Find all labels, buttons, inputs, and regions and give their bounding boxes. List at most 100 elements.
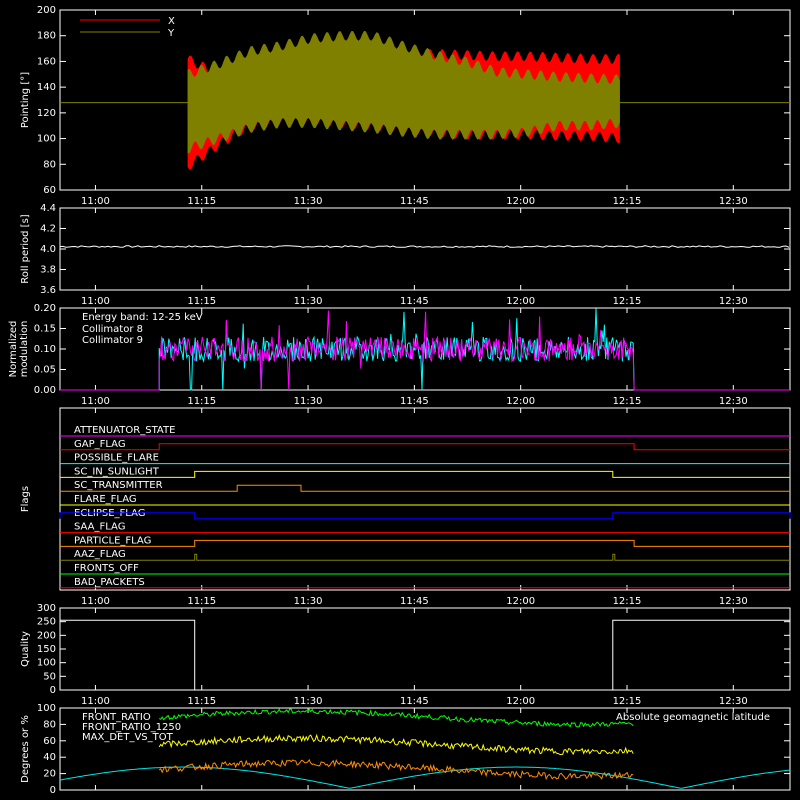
y-tick-label: 100	[37, 703, 56, 714]
y-tick-label: 200	[37, 5, 56, 16]
y-tick-label: 120	[37, 108, 56, 119]
flag-label-fronts-off: FRONTS_OFF	[74, 563, 139, 574]
legend-label-x: X	[168, 16, 175, 27]
y-tick-label: 0.15	[34, 324, 56, 335]
x-tick-label: 12:00	[506, 396, 535, 407]
x-tick-label: 11:30	[294, 596, 323, 607]
x-tick-label: 11:45	[400, 596, 429, 607]
flag-label-gap-flag: GAP_FLAG	[74, 439, 126, 450]
y-tick-label: 60	[43, 736, 56, 747]
y-tick-label: 100	[37, 134, 56, 145]
x-tick-label: 11:00	[81, 696, 110, 707]
flag-label-particle-flag: PARTICLE_FLAG	[74, 535, 151, 546]
y-tick-label: 150	[37, 644, 56, 655]
x-tick-label: 11:00	[81, 396, 110, 407]
y-tick-label: 3.8	[40, 265, 56, 276]
y-tick-label: 300	[37, 603, 56, 614]
flag-label-attenuator-state: ATTENUATOR_STATE	[74, 425, 175, 436]
flag-label-sc-in-sunlight: SC_IN_SUNLIGHT	[74, 466, 160, 477]
panel-roll: 11:00 11:15 11:30 11:45 12:00 12:15 12:30 3.6 3.…	[20, 203, 791, 307]
y-axis-label: Quality	[20, 631, 31, 667]
panel-modulation: 11:00 11:15 11:30 11:45 12:00 12:15 12:30 0.00 0…	[8, 303, 791, 407]
x-tick-label: 12:15	[613, 596, 642, 607]
flag-label-possible-flare: POSSIBLE_FLARE	[74, 453, 159, 464]
x-tick-label: 11:30	[294, 396, 323, 407]
y-tick-label: 4.2	[40, 224, 56, 235]
y-tick-label: 80	[43, 719, 56, 730]
y-tick-label: 0.05	[34, 365, 56, 376]
x-tick-label: 11:15	[187, 596, 216, 607]
x-tick-label: 12:30	[719, 296, 748, 307]
y-tick-label: 20	[43, 769, 56, 780]
roll-period-line	[59, 245, 790, 248]
x-tick-label: 11:00	[81, 596, 110, 607]
panel-flags: 11:00 11:15 11:30 11:45 12:00 12:15 12:30 Flags…	[20, 407, 791, 607]
y-tick-label: 0.00	[34, 385, 56, 396]
flag-label-bad-packets: BAD_PACKETS	[74, 577, 145, 588]
ratio-series-1	[158, 733, 634, 756]
x-tick-label: 11:00	[81, 296, 110, 307]
flag-line-aaz-flag	[60, 553, 790, 561]
y-tick-label: 100	[37, 658, 56, 669]
y-tick-label: 60	[43, 185, 56, 196]
flag-label-flare-flag: FLARE_FLAG	[74, 494, 137, 505]
y-tick-label: 180	[37, 31, 56, 42]
x-tick-label: 12:00	[506, 696, 535, 707]
legend-label-collimator: Collimator 8	[82, 324, 143, 335]
flag-label-aaz-flag: AAZ_FLAG	[74, 549, 126, 560]
y-axis-label: Normalizedmodulation	[8, 321, 30, 378]
y-tick-label: 80	[43, 159, 56, 170]
flag-label-sc-transmitter: SC_TRANSMITTER	[74, 480, 163, 491]
flag-line-gap-flag	[60, 443, 790, 451]
x-tick-label: 11:00	[81, 196, 110, 207]
legend-label-geomagnetic-latitude: Absolute geomagnetic latitude	[616, 712, 770, 723]
x-tick-label: 11:30	[294, 196, 323, 207]
panel-ratios: 020406080100Degrees or % FRONT_RATIOFRONT…	[20, 703, 791, 796]
y-axis-label: Degrees or %	[20, 715, 31, 783]
x-tick-label: 12:30	[719, 396, 748, 407]
y-axis-label: Pointing [°]	[20, 72, 31, 128]
flag-line-eclipse-flag	[59, 512, 791, 520]
x-tick-label: 12:00	[506, 596, 535, 607]
x-tick-label: 11:45	[400, 396, 429, 407]
x-tick-label: 12:30	[719, 596, 748, 607]
y-tick-label: 140	[37, 82, 56, 93]
y-tick-label: 0.10	[34, 344, 56, 355]
y-axis-label: Roll period [s]	[20, 214, 31, 283]
y-tick-label: 200	[37, 630, 56, 641]
x-tick-label: 12:00	[506, 196, 535, 207]
x-tick-label: 12:15	[613, 296, 642, 307]
ratio-series-0	[158, 708, 634, 728]
quality-line	[60, 619, 790, 691]
x-tick-label: 11:45	[400, 196, 429, 207]
legend-label-max-det-vs-tot: MAX_DET_VS_TOT	[82, 732, 174, 743]
x-tick-label: 12:15	[613, 196, 642, 207]
x-tick-label: 12:30	[719, 196, 748, 207]
y-tick-label: 250	[37, 617, 56, 628]
x-tick-label: 11:30	[294, 696, 323, 707]
x-tick-label: 12:00	[506, 296, 535, 307]
y-tick-label: 3.6	[40, 285, 56, 296]
flag-label-saa-flag: SAA_FLAG	[74, 522, 125, 533]
x-tick-label: 11:30	[294, 296, 323, 307]
y-tick-label: 0	[50, 785, 56, 796]
x-tick-label: 12:30	[719, 696, 748, 707]
y-tick-label: 4.0	[40, 244, 56, 255]
panel-pointing: 11:00 11:15 11:30 11:45 12:00 12:15 12:30 60 80 1…	[20, 5, 791, 207]
y-tick-label: 4.4	[40, 203, 56, 214]
x-tick-label: 12:15	[613, 396, 642, 407]
x-tick-label: 11:45	[400, 696, 429, 707]
energy-band-label: Energy band: 12-25 keV	[82, 312, 203, 323]
x-tick-label: 11:15	[187, 296, 216, 307]
x-tick-label: 11:15	[187, 196, 216, 207]
panel-frame	[59, 207, 791, 291]
panel-quality: 11:00 11:15 11:30 11:45 12:00 12:15 12:30 0 50 10…	[20, 603, 791, 707]
y-tick-label: 40	[43, 752, 56, 763]
flag-line-particle-flag	[60, 539, 790, 547]
x-tick-label: 11:15	[187, 696, 216, 707]
y-axis-label: Flags	[20, 486, 31, 512]
geomagnetic-latitude-line	[59, 766, 791, 789]
flag-line-sc-transmitter	[60, 484, 790, 492]
y-tick-label: 0	[50, 685, 56, 696]
flag-line-sc-in-sunlight	[60, 470, 790, 478]
